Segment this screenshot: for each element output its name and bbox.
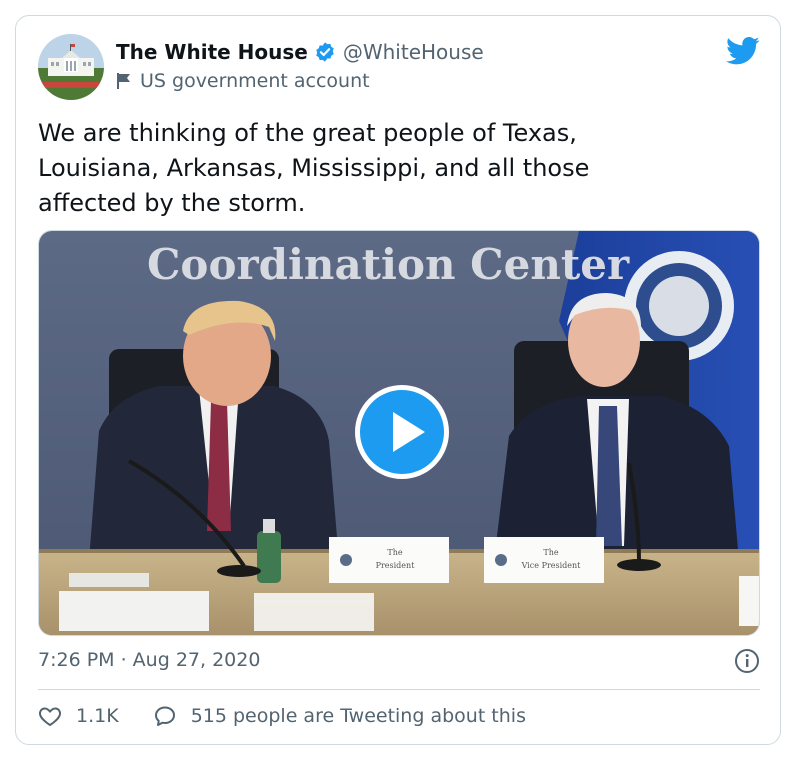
placard-left-line-2: President xyxy=(376,561,416,570)
divider xyxy=(38,689,760,690)
tweeting-about-text: 515 people are Tweeting about this xyxy=(190,705,526,727)
display-name[interactable]: The White House xyxy=(116,40,308,64)
avatar[interactable] xyxy=(38,34,104,100)
flag-icon xyxy=(116,72,132,90)
government-label-text: US government account xyxy=(140,70,370,92)
tweeting-about-link[interactable]: 515 people are Tweeting about this xyxy=(153,704,526,728)
like-count: 1.1K xyxy=(76,705,119,727)
placard-right-line-2: Vice President xyxy=(521,561,582,570)
twitter-bird-icon[interactable] xyxy=(726,36,760,66)
tweet-card[interactable]: The White House @WhiteHouse US governmen… xyxy=(15,15,781,745)
tweet-text: We are thinking of the great people of T… xyxy=(38,119,590,217)
account-handle[interactable]: @WhiteHouse xyxy=(343,40,484,64)
verified-badge-icon xyxy=(314,41,336,63)
placard-right-line-1: The xyxy=(543,548,558,557)
speech-bubble-icon xyxy=(154,706,175,726)
white-house-avatar-image xyxy=(38,34,104,100)
engagement-bar: 1.1K 515 people are Tweeting about this xyxy=(38,704,526,728)
heart-icon xyxy=(39,707,61,726)
government-label[interactable]: US government account xyxy=(116,70,370,92)
info-icon[interactable] xyxy=(734,648,760,674)
play-button[interactable] xyxy=(355,385,449,479)
placard-left-line-1: The xyxy=(387,548,402,557)
video-player[interactable]: Coordination Center The President The Vi… xyxy=(38,230,760,636)
wall-sign-text: Coordination Center xyxy=(147,240,630,289)
like-button[interactable]: 1.1K xyxy=(38,704,119,728)
tweet-timestamp[interactable]: 7:26 PM · Aug 27, 2020 xyxy=(38,649,260,671)
play-icon xyxy=(393,412,425,452)
account-name-row: The White House @WhiteHouse xyxy=(116,40,484,64)
